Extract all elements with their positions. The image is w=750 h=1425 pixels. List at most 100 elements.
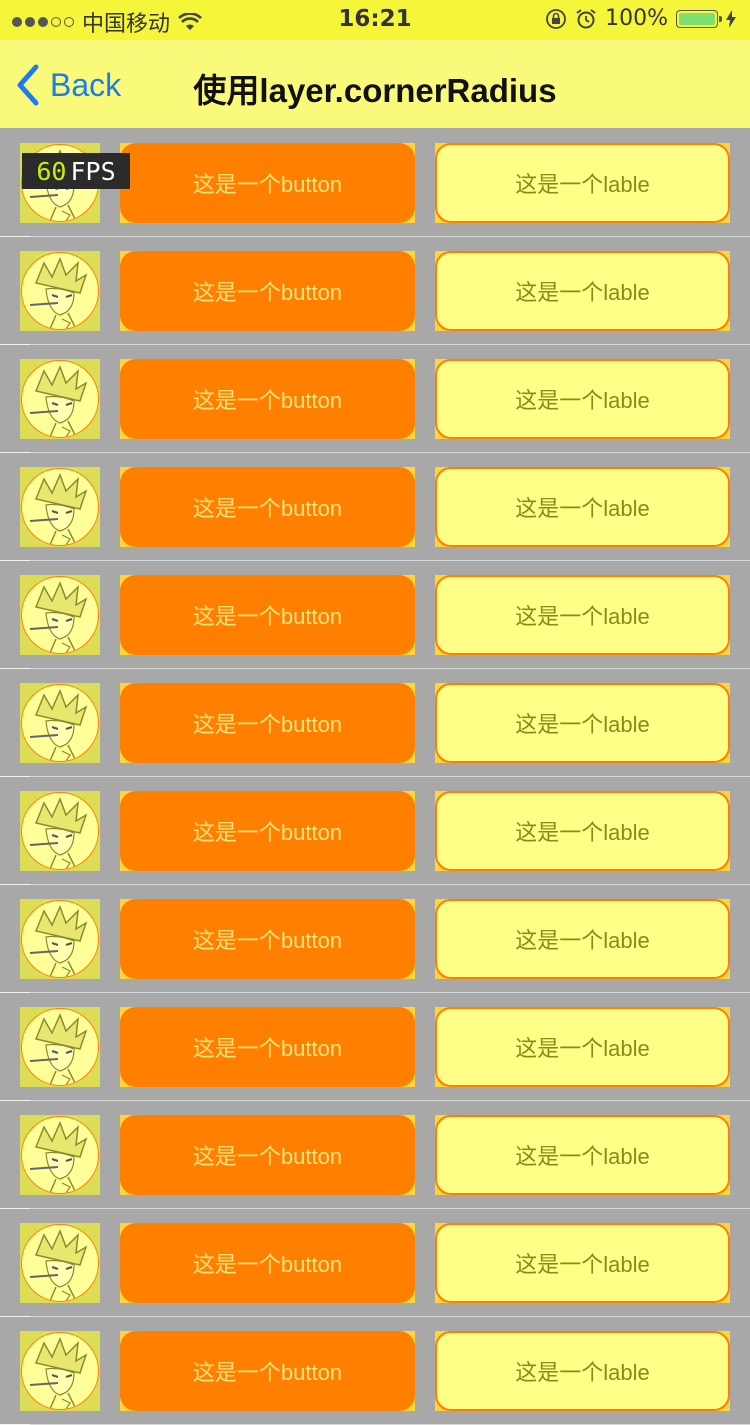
table-row[interactable]: 这是一个button 这是一个lable (0, 561, 750, 669)
row-button-label: 这是一个button (120, 1115, 415, 1195)
row-label-text: 这是一个lable (435, 1331, 730, 1411)
row-label: 这是一个lable (435, 1115, 730, 1195)
anime-character-icon (29, 257, 88, 329)
avatar (21, 684, 99, 762)
table-view[interactable]: 这是一个button 这是一个lable 这是一个button 这是一个labl… (0, 129, 750, 1425)
anime-character-icon (29, 1229, 88, 1301)
avatar-container (20, 1115, 100, 1195)
anime-character-icon (29, 473, 88, 545)
anime-character-icon (29, 581, 88, 653)
avatar (21, 576, 99, 654)
row-label-text: 这是一个lable (435, 143, 730, 223)
status-right: 100% (545, 6, 736, 31)
row-button-label: 这是一个button (120, 1007, 415, 1087)
table-row[interactable]: 这是一个button 这是一个lable (0, 1209, 750, 1317)
fps-value: 60 (36, 156, 67, 186)
orientation-lock-icon (546, 8, 566, 29)
avatar (21, 1332, 99, 1410)
row-button-label: 这是一个button (120, 359, 415, 439)
row-label: 这是一个lable (435, 575, 730, 655)
row-label: 这是一个lable (435, 1331, 730, 1411)
row-button-label: 这是一个button (120, 899, 415, 979)
row-button[interactable]: 这是一个button (120, 575, 415, 655)
avatar (21, 900, 99, 978)
avatar-container (20, 899, 100, 979)
row-button[interactable]: 这是一个button (120, 1007, 415, 1087)
row-button[interactable]: 这是一个button (120, 1223, 415, 1303)
table-row[interactable]: 这是一个button 这是一个lable (0, 345, 750, 453)
row-label-text: 这是一个lable (435, 1007, 730, 1087)
row-label-text: 这是一个lable (435, 899, 730, 979)
table-row[interactable]: 这是一个button 这是一个lable (0, 777, 750, 885)
anime-character-icon (29, 1013, 88, 1085)
row-label: 这是一个lable (435, 359, 730, 439)
avatar (21, 468, 99, 546)
avatar-container (20, 791, 100, 871)
row-button-label: 这是一个button (120, 467, 415, 547)
avatar-container (20, 251, 100, 331)
table-row[interactable]: 这是一个button 这是一个lable (0, 1101, 750, 1209)
row-label: 这是一个lable (435, 467, 730, 547)
row-label: 这是一个lable (435, 143, 730, 223)
row-button[interactable]: 这是一个button (120, 791, 415, 871)
table-row[interactable]: 这是一个button 这是一个lable (0, 885, 750, 993)
row-label: 这是一个lable (435, 899, 730, 979)
avatar (21, 252, 99, 330)
row-button[interactable]: 这是一个button (120, 251, 415, 331)
row-label: 这是一个lable (435, 1223, 730, 1303)
table-row[interactable]: 这是一个button 这是一个lable (0, 237, 750, 345)
avatar-container (20, 575, 100, 655)
fps-unit: FPS (70, 156, 116, 186)
row-button-label: 这是一个button (120, 791, 415, 871)
row-label: 这是一个lable (435, 683, 730, 763)
row-button[interactable]: 这是一个button (120, 143, 415, 223)
avatar-container (20, 1331, 100, 1411)
row-label-text: 这是一个lable (435, 1223, 730, 1303)
row-label: 这是一个lable (435, 1007, 730, 1087)
row-label-text: 这是一个lable (435, 575, 730, 655)
anime-character-icon (29, 797, 88, 869)
page-title: 使用layer.cornerRadius (193, 72, 557, 109)
row-button[interactable]: 这是一个button (120, 899, 415, 979)
avatar-container (20, 467, 100, 547)
avatar (21, 1116, 99, 1194)
anime-character-icon (29, 365, 88, 437)
fps-overlay: 60 FPS (22, 153, 130, 189)
table-row[interactable]: 这是一个button 这是一个lable (0, 1317, 750, 1425)
row-button-label: 这是一个button (120, 251, 415, 331)
row-label: 这是一个lable (435, 251, 730, 331)
row-label-text: 这是一个lable (435, 359, 730, 439)
row-button[interactable]: 这是一个button (120, 467, 415, 547)
avatar-container (20, 1223, 100, 1303)
row-button-label: 这是一个button (120, 1331, 415, 1411)
row-button-label: 这是一个button (120, 1223, 415, 1303)
alarm-icon (576, 8, 596, 28)
row-button[interactable]: 这是一个button (120, 1115, 415, 1195)
row-button[interactable]: 这是一个button (120, 359, 415, 439)
row-button[interactable]: 这是一个button (120, 683, 415, 763)
row-button-label: 这是一个button (120, 683, 415, 763)
avatar-container (20, 1007, 100, 1087)
row-label-text: 这是一个lable (435, 251, 730, 331)
avatar (21, 1224, 99, 1302)
row-label-text: 这是一个lable (435, 1115, 730, 1195)
avatar-container (20, 359, 100, 439)
table-row[interactable]: 这是一个button 这是一个lable (0, 669, 750, 777)
anime-character-icon (29, 1337, 88, 1409)
anime-character-icon (29, 689, 88, 761)
row-button-label: 这是一个button (120, 143, 415, 223)
anime-character-icon (29, 905, 88, 977)
battery-percent: 100% (605, 6, 668, 31)
table-row[interactable]: 这是一个button 这是一个lable (0, 993, 750, 1101)
row-label: 这是一个lable (435, 791, 730, 871)
status-bar: 中国移动 16:21 100% (0, 0, 750, 40)
row-button-label: 这是一个button (120, 575, 415, 655)
table-row[interactable]: 这是一个button 这是一个lable (0, 453, 750, 561)
row-label-text: 这是一个lable (435, 683, 730, 763)
row-label-text: 这是一个lable (435, 791, 730, 871)
avatar (21, 792, 99, 870)
battery-icon (676, 9, 722, 28)
navigation-bar: Back 使用layer.cornerRadius (0, 40, 750, 129)
row-button[interactable]: 这是一个button (120, 1331, 415, 1411)
charging-icon (726, 9, 736, 28)
